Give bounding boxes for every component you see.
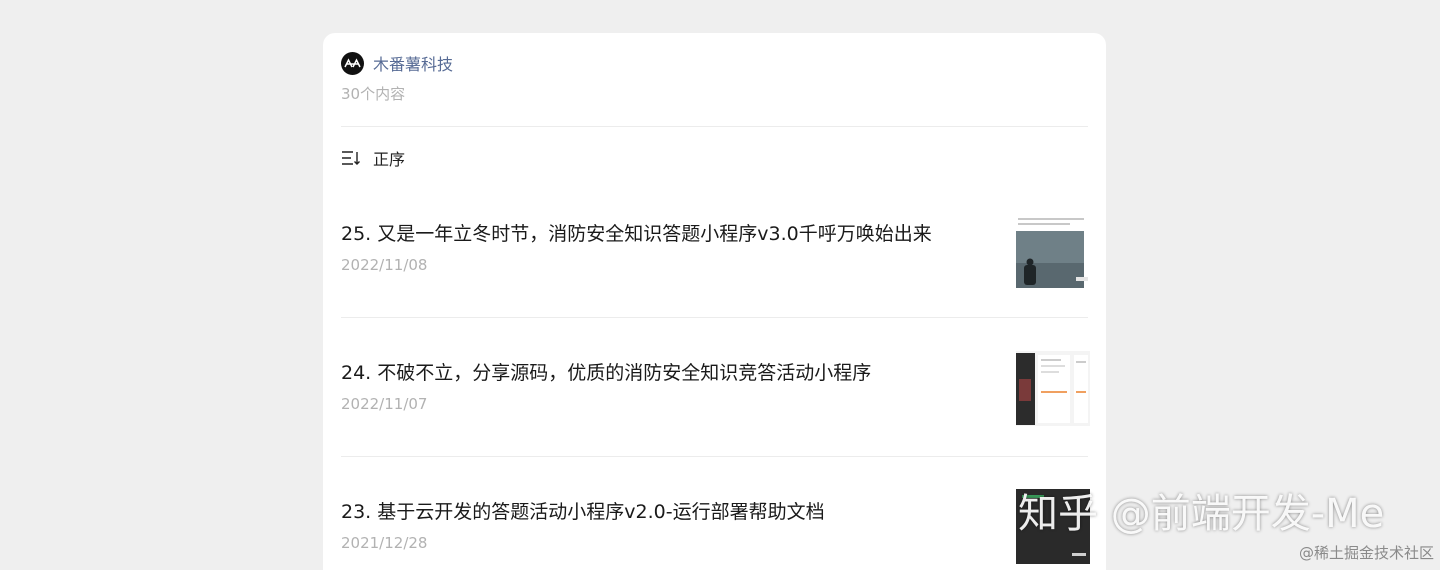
album-header: 木番薯科技 30个内容 (341, 51, 1088, 104)
article-date: 2022/11/08 (341, 256, 428, 274)
author-name[interactable]: 木番薯科技 (373, 51, 453, 75)
thumbnail-image (1016, 213, 1090, 288)
sort-label: 正序 (373, 150, 406, 169)
sort-toggle[interactable]: 正序 (341, 147, 405, 169)
juejin-watermark: @稀土掘金技术社区 (1298, 544, 1434, 562)
avatar[interactable] (341, 51, 364, 75)
article-thumbnail[interactable] (1016, 213, 1090, 288)
article-date: 2022/11/07 (341, 395, 428, 413)
zhihu-watermark: 知乎 @前端开发-Me (1018, 491, 1385, 537)
album-card: 木番薯科技 30个内容 正序 25. 又是一年立冬时节，消防安全知识答题小程序v… (323, 33, 1106, 570)
thumbnail-image (1016, 351, 1090, 426)
brand-logo-icon (344, 58, 361, 68)
header-divider (341, 126, 1088, 127)
content-count: 30个内容 (341, 85, 406, 103)
article-title[interactable]: 24. 不破不立，分享源码，优质的消防安全知识竞答活动小程序 (341, 360, 871, 386)
list-item[interactable]: 23. 基于云开发的答题活动小程序v2.0-运行部署帮助文档 2021/12/2… (341, 457, 1090, 570)
author-row[interactable]: 木番薯科技 (341, 51, 1088, 75)
article-date: 2021/12/28 (341, 534, 428, 552)
sort-icon (342, 151, 360, 165)
article-title[interactable]: 25. 又是一年立冬时节，消防安全知识答题小程序v3.0千呼万唤始出来 (341, 221, 932, 247)
article-title[interactable]: 23. 基于云开发的答题活动小程序v2.0-运行部署帮助文档 (341, 499, 825, 525)
article-thumbnail[interactable] (1016, 351, 1090, 426)
list-item[interactable]: 24. 不破不立，分享源码，优质的消防安全知识竞答活动小程序 2022/11/0… (341, 318, 1090, 457)
list-item[interactable]: 25. 又是一年立冬时节，消防安全知识答题小程序v3.0千呼万唤始出来 2022… (341, 179, 1090, 318)
